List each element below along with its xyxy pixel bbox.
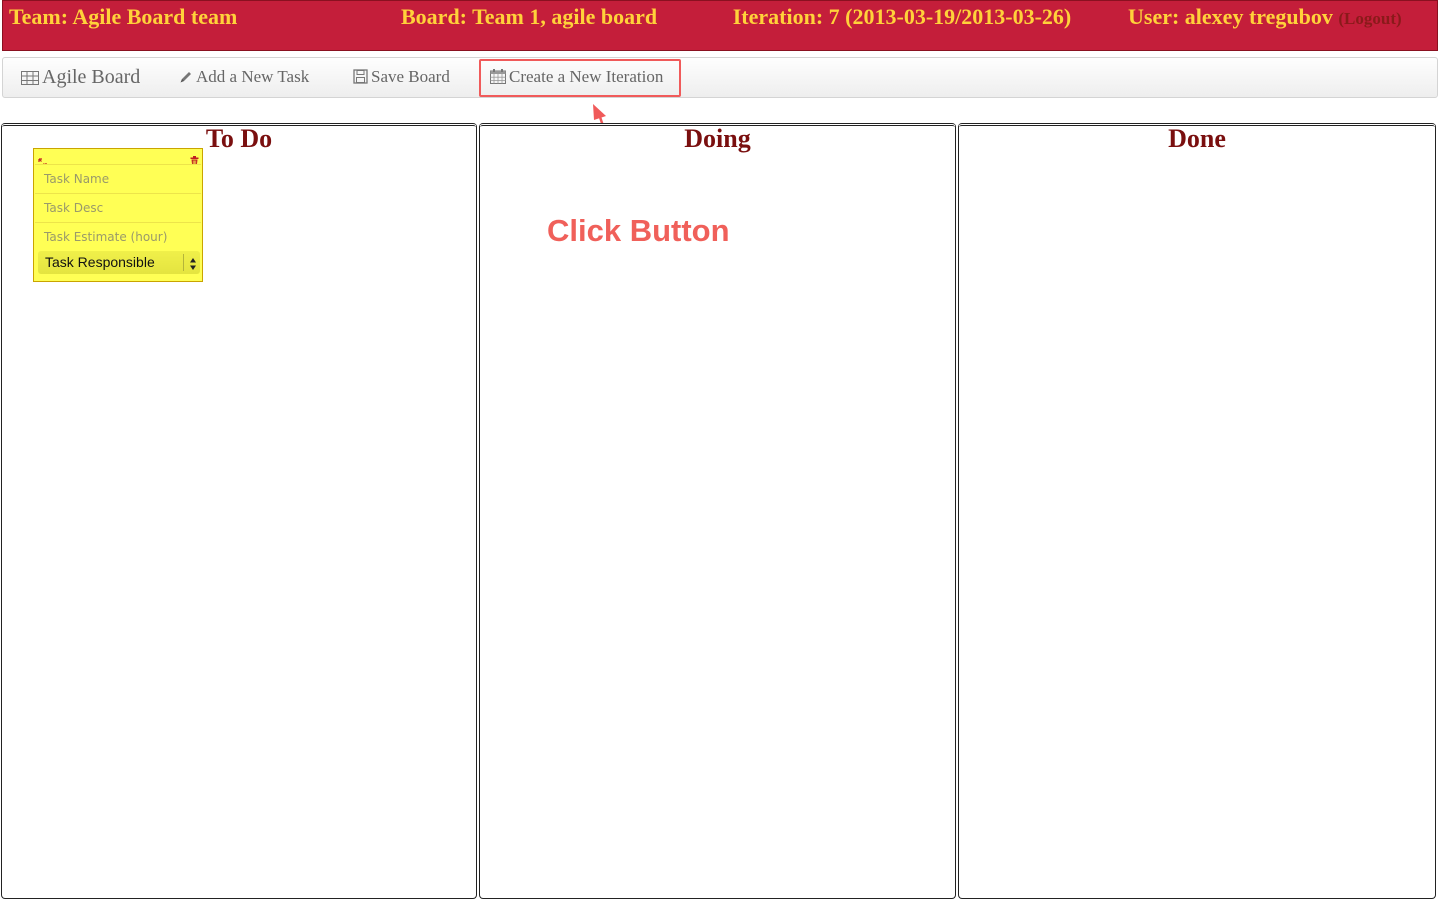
floppy-disk-icon [353,69,368,89]
task-desc-field[interactable]: Task Desc [35,193,201,221]
team-label: Team: Agile Board team [9,4,238,29]
task-responsible-select[interactable]: Task Responsible [38,251,200,274]
task-responsible-value: Task Responsible [45,254,155,270]
save-board-label: Save Board [371,67,450,86]
iteration-label: Iteration: 7 (2013-03-19/2013-03-26) [732,4,1072,29]
nav-brand-agile-board[interactable]: Agile Board [21,66,140,91]
highlight-box [479,59,681,97]
pencil-icon [179,69,193,89]
add-task-button[interactable]: Add a New Task [179,67,309,89]
column-title-done: Done [1168,124,1226,153]
select-arrows-icon [189,255,197,278]
select-divider [183,254,184,271]
logout-link[interactable]: (Logout) [1338,9,1401,28]
board-label: Board: Team 1, agile board [401,4,658,29]
add-task-label: Add a New Task [196,67,310,86]
task-card[interactable]: Task Name Task Desc Task Estimate (hour)… [33,148,203,282]
navbar: Agile Board Add a New Task Save Board Cr… [2,57,1438,98]
task-name-field[interactable]: Task Name [35,164,201,192]
column-done: Done [958,123,1436,899]
nav-brand-label: Agile Board [42,66,141,88]
save-board-button[interactable]: Save Board [353,67,450,89]
annotation-text: Click Button [547,213,730,248]
table-icon [21,68,39,91]
task-card-header [34,149,202,167]
user-label: User: alexey tregubov [1128,4,1333,29]
column-title-doing: Doing [684,124,751,153]
task-estimate-field[interactable]: Task Estimate (hour) [35,222,201,250]
user-info: User: alexey tregubov (Logout) [1128,6,1402,29]
header-bar: Team: Agile Board team Board: Team 1, ag… [2,0,1438,51]
